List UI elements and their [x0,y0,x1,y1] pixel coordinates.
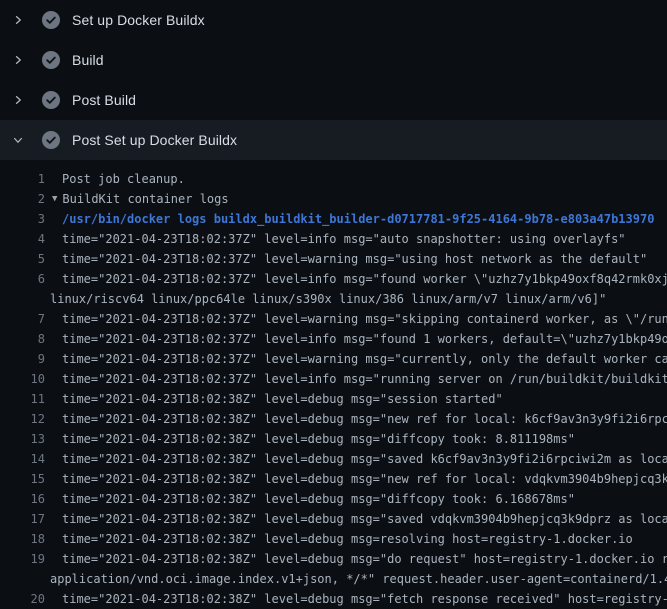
chevron-right-icon[interactable] [10,92,26,108]
log-line-text: time="2021-04-23T18:02:37Z" level=info m… [45,369,667,389]
step-section-post-build[interactable]: Post Build [0,80,667,120]
step-section-label: Set up Docker Buildx [72,12,205,28]
step-section-label: Post Set up Docker Buildx [72,132,237,148]
log-line-number[interactable]: 17 [0,509,45,529]
log-line-text: time="2021-04-23T18:02:37Z" level=info m… [45,269,667,289]
log-line: 13time="2021-04-23T18:02:38Z" level=debu… [0,429,667,449]
log-line-number[interactable]: 6 [0,269,45,289]
log-line: 7time="2021-04-23T18:02:37Z" level=warni… [0,309,667,329]
step-section-label: Post Build [72,92,136,108]
log-line: 12time="2021-04-23T18:02:38Z" level=debu… [0,409,667,429]
log-line-number[interactable]: 14 [0,449,45,469]
log-line-number[interactable]: 1 [0,169,45,189]
log-line-text: time="2021-04-23T18:02:38Z" level=debug … [45,489,575,509]
step-success-check-icon [42,11,60,29]
chevron-right-icon[interactable] [10,12,26,28]
log-line-text: time="2021-04-23T18:02:38Z" level=debug … [45,509,667,529]
log-line-number[interactable]: 15 [0,469,45,489]
step-section-build[interactable]: Build [0,40,667,80]
log-line: 2▼BuildKit container logs [0,189,667,209]
log-line-text: time="2021-04-23T18:02:38Z" level=debug … [45,429,575,449]
step-section-set-up-docker-buildx[interactable]: Set up Docker Buildx [0,0,667,40]
log-line-number[interactable]: 9 [0,349,45,369]
log-line-text: time="2021-04-23T18:02:37Z" level=warnin… [45,349,667,369]
log-line-number[interactable]: 18 [0,529,45,549]
log-command-text: /usr/bin/docker logs buildx_buildkit_bui… [45,209,654,229]
log-line-number[interactable]: 3 [0,209,45,229]
log-line-number[interactable]: 20 [0,589,45,609]
log-line-text: time="2021-04-23T18:02:38Z" level=debug … [45,549,667,569]
log-line-number[interactable]: 13 [0,429,45,449]
log-line-text: linux/riscv64 linux/ppc64le linux/s390x … [45,289,606,309]
log-line: 17time="2021-04-23T18:02:38Z" level=debu… [0,509,667,529]
step-success-check-icon [42,51,60,69]
log-line-text: time="2021-04-23T18:02:37Z" level=warnin… [45,309,667,329]
log-line-text: application/vnd.oci.image.index.v1+json,… [45,569,667,589]
log-line: 3/usr/bin/docker logs buildx_buildkit_bu… [0,209,667,229]
log-line: 10time="2021-04-23T18:02:37Z" level=info… [0,369,667,389]
log-line: linux/riscv64 linux/ppc64le linux/s390x … [0,289,667,309]
log-line-text: time="2021-04-23T18:02:38Z" level=debug … [45,449,667,469]
log-group-collapse-toggle-icon[interactable]: ▼ [45,189,57,209]
step-section-label: Build [72,52,104,68]
step-section-post-set-up-docker-buildx[interactable]: Post Set up Docker Buildx [0,120,667,160]
log-line-number[interactable]: 7 [0,309,45,329]
log-line-number[interactable]: 8 [0,329,45,349]
log-line: 14time="2021-04-23T18:02:38Z" level=debu… [0,449,667,469]
log-line: 19time="2021-04-23T18:02:38Z" level=debu… [0,549,667,569]
log-line: 5time="2021-04-23T18:02:37Z" level=warni… [0,249,667,269]
step-success-check-icon [42,131,60,149]
log-line: 9time="2021-04-23T18:02:37Z" level=warni… [0,349,667,369]
log-line-number[interactable]: 11 [0,389,45,409]
log-line-number [0,569,45,589]
log-line-number[interactable]: 2 [0,189,45,209]
log-line: 8time="2021-04-23T18:02:37Z" level=info … [0,329,667,349]
log-line: application/vnd.oci.image.index.v1+json,… [0,569,667,589]
log-line-number[interactable]: 10 [0,369,45,389]
log-line-number[interactable]: 4 [0,229,45,249]
step-success-check-icon [42,91,60,109]
log-line-number[interactable]: 12 [0,409,45,429]
log-line-number[interactable]: 16 [0,489,45,509]
log-line-number [0,289,45,309]
log-line-number[interactable]: 19 [0,549,45,569]
job-steps-list: Set up Docker Buildx Build Post Build Post … [0,0,667,160]
log-line: 20time="2021-04-23T18:02:38Z" level=debu… [0,589,667,609]
log-line-text: time="2021-04-23T18:02:37Z" level=info m… [45,329,667,349]
log-line: 6time="2021-04-23T18:02:37Z" level=info … [0,269,667,289]
log-line-text: BuildKit container logs [57,189,228,209]
log-line-text: time="2021-04-23T18:02:38Z" level=debug … [45,409,667,429]
log-line: 16time="2021-04-23T18:02:38Z" level=debu… [0,489,667,509]
chevron-right-icon[interactable] [10,52,26,68]
log-line: 1Post job cleanup. [0,169,667,189]
log-line-text: time="2021-04-23T18:02:37Z" level=warnin… [45,249,647,269]
log-line: 15time="2021-04-23T18:02:38Z" level=debu… [0,469,667,489]
log-line-text: time="2021-04-23T18:02:38Z" level=debug … [45,469,667,489]
step-log-viewer: 1Post job cleanup.2▼BuildKit container l… [0,160,667,609]
log-line-text: time="2021-04-23T18:02:38Z" level=debug … [45,589,667,609]
log-line: 4time="2021-04-23T18:02:37Z" level=info … [0,229,667,249]
log-line: 11time="2021-04-23T18:02:38Z" level=debu… [0,389,667,409]
log-line-number[interactable]: 5 [0,249,45,269]
log-line-text: time="2021-04-23T18:02:38Z" level=debug … [45,389,503,409]
log-line-text: Post job cleanup. [45,169,185,189]
log-line-text: time="2021-04-23T18:02:38Z" level=debug … [45,529,633,549]
log-line: 18time="2021-04-23T18:02:38Z" level=debu… [0,529,667,549]
chevron-down-icon[interactable] [10,132,26,148]
log-line-text: time="2021-04-23T18:02:37Z" level=info m… [45,229,626,249]
